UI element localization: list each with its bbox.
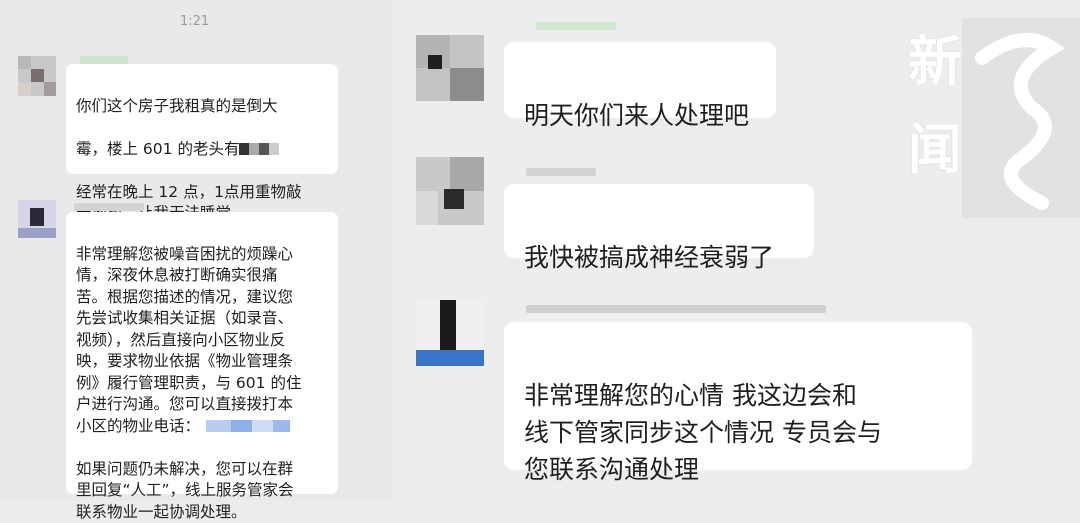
avatar[interactable] — [416, 300, 484, 366]
watermark-char: 闻 — [908, 117, 962, 181]
avatar[interactable] — [18, 200, 56, 238]
message-text: 明天你们来人处理吧 — [524, 101, 750, 130]
message-text: 霉，楼上 601 的老头有 — [76, 139, 240, 158]
avatar[interactable] — [416, 35, 484, 101]
message-text: 你们这个房子我租真的是倒大 — [76, 96, 278, 115]
avatar[interactable] — [416, 157, 484, 225]
message-bubble[interactable]: 你们这个房子我租真的是倒大 霉，楼上 601 的老头有 经常在晚上 12 点，1… — [66, 64, 338, 222]
message-bubble[interactable]: 非常理解您的心情 我这边会和 线下管家同步这个情况 专员会与 您联系沟通处理 — [504, 322, 972, 484]
message-bubble[interactable]: 明天你们来人处理吧 — [504, 42, 776, 130]
watermark-swirl-icon — [975, 33, 1066, 210]
sender-name-blurred — [526, 305, 826, 313]
message-text: 非常理解您被噪音困扰的烦躁心 情，深夜休息被打断确实很痛 苦。根据您描述的情况，… — [76, 244, 302, 435]
message-text: 如果问题仍未解决，您可以在群 里回复“人工”，线上服务管家会 联系物业一起协调处… — [76, 459, 294, 521]
redacted-phone-mosaic — [206, 420, 291, 432]
status-time: 1:21 — [180, 14, 210, 29]
sender-name-blurred — [526, 168, 596, 176]
message-text: 我快被搞成神经衰弱了 — [524, 243, 775, 272]
left-chat-panel: 1:21 你们这个房子我租真的是倒大 霉，楼上 601 的老头有 经常在晚上 1… — [0, 0, 392, 521]
message-bubble[interactable]: 非常理解您被噪音困扰的烦躁心 情，深夜休息被打断确实很痛 苦。根据您描述的情况，… — [66, 212, 338, 521]
watermark-char: 新 — [908, 29, 962, 93]
sender-name-blurred — [536, 22, 616, 30]
redacted-mosaic — [239, 143, 280, 155]
right-chat-panel: 明天你们来人处理吧 我快被搞成神经衰弱了 非常理解您的心情 我这边会和 线下管家… — [392, 0, 1080, 500]
news-logo-watermark: 新 闻 — [890, 18, 1080, 228]
sender-name-blurred — [74, 203, 144, 211]
message-bubble[interactable]: 我快被搞成神经衰弱了 — [504, 184, 814, 272]
avatar[interactable] — [18, 56, 56, 96]
sender-name-blurred — [80, 56, 128, 64]
message-text: 非常理解您的心情 我这边会和 线下管家同步这个情况 专员会与 您联系沟通处理 — [524, 381, 882, 484]
